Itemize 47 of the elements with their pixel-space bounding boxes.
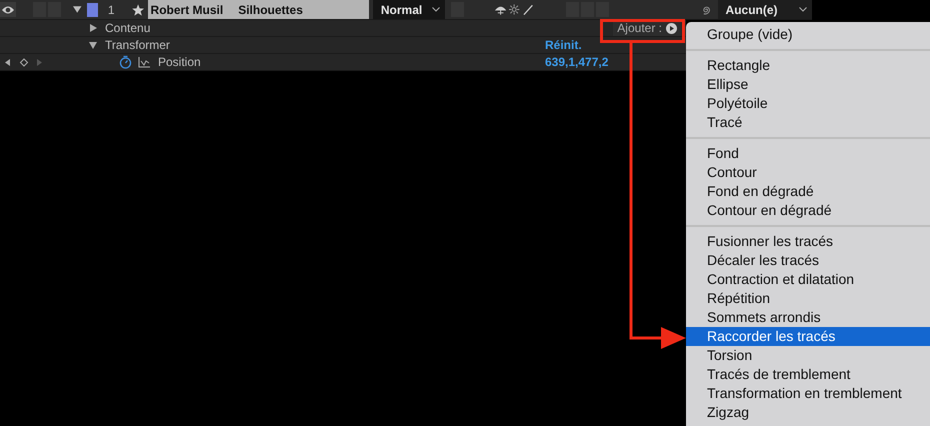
menu-item[interactable]: Ellipse [686, 75, 930, 94]
menu-item[interactable]: Contour [686, 163, 930, 182]
reset-link[interactable]: Réinit. [545, 38, 591, 52]
layer-row[interactable]: 1 Robert Musil Silhouettes Normal Aucun(e) [0, 0, 812, 20]
spiral-icon[interactable] [701, 4, 713, 16]
chevron-icon [432, 7, 440, 12]
source-name: Silhouettes [238, 2, 303, 16]
menu-item[interactable]: Répétition [686, 289, 930, 308]
menu-item[interactable]: Groupe (vide) [686, 25, 930, 44]
property-group-label[interactable]: Contenu [105, 21, 150, 35]
menu-item[interactable]: Contraction et dilatation [686, 270, 930, 289]
graph-icon[interactable] [138, 56, 150, 68]
layer-name-field[interactable]: Robert Musil Silhouettes [148, 0, 369, 19]
expanded-triangle-icon[interactable] [73, 5, 82, 14]
chevron-icon [799, 7, 808, 12]
star-icon [132, 4, 145, 16]
menu-item[interactable]: Zigzag [686, 403, 930, 422]
menu-item[interactable]: Tracé [686, 113, 930, 132]
menu-item[interactable]: Tracés de tremblement [686, 365, 930, 384]
keyframe-navigator-icon[interactable] [5, 58, 43, 66]
menu-item[interactable]: Rectangle [686, 56, 930, 75]
eye-icon[interactable] [0, 4, 15, 16]
menu-item[interactable]: Sommets arrondis [686, 308, 930, 327]
menu-item[interactable]: Torsion [686, 346, 930, 365]
play-circle-icon [666, 22, 677, 34]
stopwatch-icon[interactable] [119, 55, 132, 69]
slash-icon[interactable] [522, 4, 533, 15]
sun-icon[interactable] [509, 4, 520, 15]
menu-item[interactable]: Fond [686, 144, 930, 163]
expanded-triangle-icon[interactable] [89, 41, 97, 49]
layer-name: Robert Musil [150, 2, 224, 16]
label-color-swatch[interactable] [86, 2, 98, 16]
menu-item[interactable]: Raccorder les tracés [686, 327, 930, 346]
mode-dropdown[interactable]: Normal [372, 0, 445, 19]
menu-item[interactable]: Fond en dégradé [686, 182, 930, 201]
collapsed-triangle-icon[interactable] [89, 24, 97, 32]
parent-dropdown[interactable]: Aucun(e) [718, 0, 812, 19]
shy-icon[interactable] [495, 4, 506, 16]
property-group-label[interactable]: Transformer [105, 38, 170, 52]
menu-item[interactable]: Transformation en tremblement [686, 384, 930, 403]
menu-item[interactable]: Contour en dégradé [686, 201, 930, 220]
property-label: Position [158, 55, 201, 69]
property-value[interactable]: 639,1,477,2 [545, 55, 617, 69]
layer-number: 1 [108, 2, 116, 16]
menu-item[interactable]: Fusionner les tracés [686, 232, 930, 251]
menu-item[interactable]: Polyétoile [686, 94, 930, 113]
menu-item[interactable]: Décaler les tracés [686, 251, 930, 270]
